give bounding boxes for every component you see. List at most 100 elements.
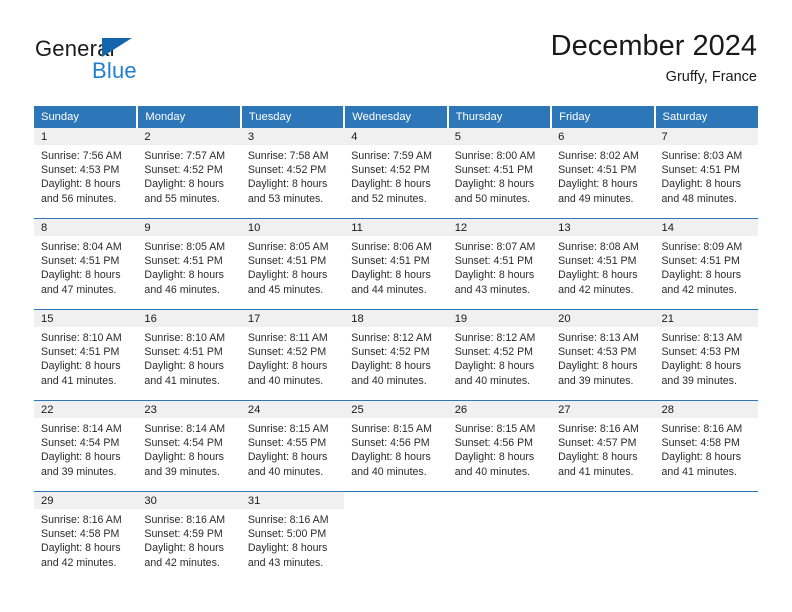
day-number (654, 492, 758, 509)
day-detail-line: and 39 minutes. (41, 465, 117, 478)
day-detail-line: and 40 minutes. (351, 374, 427, 387)
day-cell-4[interactable]: 4 Sunrise: 7:59 AM Sunset: 4:52 PM Daylight… (344, 128, 448, 218)
day-detail-line: Sunrise: 8:09 AM (661, 241, 743, 253)
day-detail-line: Sunset: 4:55 PM (247, 437, 327, 450)
day-detail-line: Sunset: 4:54 PM (144, 437, 223, 450)
day-cell-11[interactable]: 11 Sunrise: 8:06 AM Sunset: 4:51 PM Dayligh… (344, 219, 448, 309)
day-cell-27[interactable]: 27 Sunrise: 8:16 AM Sunset: 4:57 PM Dayligh… (551, 401, 655, 491)
day-cell-6[interactable]: 6 Sunrise: 8:02 AM Sunset: 4:51 PM Daylight… (551, 128, 655, 218)
day-detail-line: Sunrise: 8:02 AM (558, 150, 639, 162)
calendar-day-cell: 26 Sunrise: 8:15 AM Sunset: 4:56 PM Dayligh… (447, 400, 552, 492)
day-detail-line: Daylight: 8 hours (247, 542, 328, 555)
day-details: Sunrise: 8:09 AM Sunset: 4:51 PM Daylight:… (655, 236, 758, 297)
calendar-day-cell: 15 Sunrise: 8:10 AM Sunset: 4:51 PM Dayligh… (34, 309, 138, 401)
day-details: Sunrise: 8:10 AM Sunset: 4:51 PM Daylight:… (34, 327, 137, 388)
general-blue-logo[interactable]: General Blue (35, 36, 235, 90)
day-detail-line: Sunset: 4:52 PM (144, 164, 223, 177)
day-cell-18[interactable]: 18 Sunrise: 8:12 AM Sunset: 4:52 PM Dayligh… (344, 310, 448, 400)
day-details: Sunrise: 7:58 AM Sunset: 4:52 PM Daylight:… (241, 145, 344, 206)
day-detail-line: and 56 minutes. (41, 192, 117, 205)
day-detail-line: Daylight: 8 hours (144, 360, 224, 373)
day-cell-26[interactable]: 26 Sunrise: 8:15 AM Sunset: 4:56 PM Dayligh… (447, 401, 552, 491)
day-detail-line: Daylight: 8 hours (454, 451, 535, 464)
day-cell-15[interactable]: 15 Sunrise: 8:10 AM Sunset: 4:51 PM Dayligh… (34, 310, 138, 400)
day-cell-14[interactable]: 14 Sunrise: 8:09 AM Sunset: 4:51 PM Dayligh… (654, 219, 758, 309)
day-cell-10[interactable]: 10 Sunrise: 8:05 AM Sunset: 4:51 PM Dayligh… (240, 219, 345, 309)
day-detail-line: and 42 minutes. (144, 556, 220, 569)
day-detail-line: and 52 minutes. (351, 192, 427, 205)
day-cell-23[interactable]: 23 Sunrise: 8:14 AM Sunset: 4:54 PM Dayligh… (137, 401, 241, 491)
day-cell-5[interactable]: 5 Sunrise: 8:00 AM Sunset: 4:51 PM Daylight… (447, 128, 552, 218)
calendar-day-cell: 30 Sunrise: 8:16 AM Sunset: 4:59 PM Dayligh… (137, 491, 241, 582)
day-detail-line: Sunset: 4:51 PM (558, 255, 637, 268)
calendar-week-row: 1 Sunrise: 7:56 AM Sunset: 4:53 PM Daylight… (34, 128, 758, 219)
calendar-day-cell: 31 Sunrise: 8:16 AM Sunset: 5:00 PM Dayligh… (240, 491, 345, 582)
day-detail-line: Sunset: 4:51 PM (351, 255, 430, 268)
day-number: 13 (551, 219, 655, 236)
day-cell-9[interactable]: 9 Sunrise: 8:05 AM Sunset: 4:51 PM Daylight… (137, 219, 241, 309)
day-detail-line: Sunrise: 8:15 AM (351, 423, 432, 435)
day-detail-line: Sunset: 4:52 PM (247, 346, 327, 359)
day-cell-7[interactable]: 7 Sunrise: 8:03 AM Sunset: 4:51 PM Daylight… (654, 128, 758, 218)
day-cell-29[interactable]: 29 Sunrise: 8:16 AM Sunset: 4:58 PM Dayligh… (34, 492, 138, 582)
day-detail-line: and 39 minutes. (558, 374, 634, 387)
day-detail-line: Daylight: 8 hours (41, 360, 121, 373)
day-cell-1[interactable]: 1 Sunrise: 7:56 AM Sunset: 4:53 PM Daylight… (34, 128, 138, 218)
day-cell-20[interactable]: 20 Sunrise: 8:13 AM Sunset: 4:53 PM Dayligh… (551, 310, 655, 400)
weekday-header-tuesday: Tuesday (240, 106, 346, 128)
day-cell-3[interactable]: 3 Sunrise: 7:58 AM Sunset: 4:52 PM Daylight… (240, 128, 345, 218)
day-cell-24[interactable]: 24 Sunrise: 8:15 AM Sunset: 4:55 PM Dayligh… (240, 401, 345, 491)
day-detail-line: Sunrise: 8:12 AM (351, 332, 432, 344)
day-detail-line: Daylight: 8 hours (351, 451, 431, 464)
calendar-day-cell: 8 Sunrise: 8:04 AM Sunset: 4:51 PM Daylight… (34, 218, 138, 310)
day-detail-line: Daylight: 8 hours (247, 360, 328, 373)
calendar-day-cell: 20 Sunrise: 8:13 AM Sunset: 4:53 PM Dayligh… (551, 309, 655, 401)
day-detail-line: Sunset: 4:58 PM (41, 528, 120, 541)
day-cell-30[interactable]: 30 Sunrise: 8:16 AM Sunset: 4:59 PM Dayligh… (137, 492, 241, 582)
calendar-day-cell (344, 491, 448, 582)
day-cell-13[interactable]: 13 Sunrise: 8:08 AM Sunset: 4:51 PM Dayligh… (551, 219, 655, 309)
day-detail-line: Daylight: 8 hours (247, 451, 328, 464)
day-detail-line: Daylight: 8 hours (41, 178, 121, 191)
calendar-table: Sunday Monday Tuesday Wednesday Thursday Frid… (34, 106, 758, 582)
day-cell-19[interactable]: 19 Sunrise: 8:12 AM Sunset: 4:52 PM Dayligh… (447, 310, 552, 400)
calendar-day-cell: 2 Sunrise: 7:57 AM Sunset: 4:52 PM Daylight… (137, 128, 241, 219)
day-details: Sunrise: 8:16 AM Sunset: 4:57 PM Daylight:… (551, 418, 654, 479)
day-detail-line: Daylight: 8 hours (558, 269, 638, 282)
day-cell-31[interactable]: 31 Sunrise: 8:16 AM Sunset: 5:00 PM Dayligh… (240, 492, 345, 582)
day-detail-line: and 43 minutes. (247, 556, 324, 569)
day-cell-16[interactable]: 16 Sunrise: 8:10 AM Sunset: 4:51 PM Dayligh… (137, 310, 241, 400)
day-detail-line: Sunset: 5:00 PM (247, 528, 327, 541)
day-cell-17[interactable]: 17 Sunrise: 8:11 AM Sunset: 4:52 PM Dayligh… (240, 310, 345, 400)
day-number: 14 (654, 219, 758, 236)
day-cell-25[interactable]: 25 Sunrise: 8:15 AM Sunset: 4:56 PM Dayligh… (344, 401, 448, 491)
day-detail-line: Daylight: 8 hours (558, 178, 638, 191)
day-detail-line: Sunrise: 8:12 AM (454, 332, 536, 344)
day-detail-line: Sunrise: 8:16 AM (661, 423, 743, 435)
day-cell-8[interactable]: 8 Sunrise: 8:04 AM Sunset: 4:51 PM Daylight… (34, 219, 138, 309)
day-details: Sunrise: 8:14 AM Sunset: 4:54 PM Daylight:… (137, 418, 240, 479)
day-number: 4 (344, 128, 448, 145)
day-number: 24 (240, 401, 345, 418)
day-detail-line: Sunrise: 8:13 AM (558, 332, 639, 344)
day-number: 9 (137, 219, 241, 236)
day-number: 21 (654, 310, 758, 327)
day-cell-12[interactable]: 12 Sunrise: 8:07 AM Sunset: 4:51 PM Dayligh… (447, 219, 552, 309)
day-cell-22[interactable]: 22 Sunrise: 8:14 AM Sunset: 4:54 PM Dayligh… (34, 401, 138, 491)
day-details: Sunrise: 8:04 AM Sunset: 4:51 PM Daylight:… (34, 236, 137, 297)
day-detail-line: Daylight: 8 hours (41, 269, 121, 282)
day-detail-line: Sunset: 4:53 PM (41, 164, 120, 177)
day-detail-line: and 48 minutes. (661, 192, 737, 205)
day-detail-line: Sunrise: 8:07 AM (454, 241, 536, 253)
day-cell-28[interactable]: 28 Sunrise: 8:16 AM Sunset: 4:58 PM Dayligh… (654, 401, 758, 491)
day-detail-line: Daylight: 8 hours (351, 360, 431, 373)
calendar-week-row: 22 Sunrise: 8:14 AM Sunset: 4:54 PM Dayligh… (34, 400, 758, 492)
day-number: 17 (240, 310, 345, 327)
calendar-body: 1 Sunrise: 7:56 AM Sunset: 4:53 PM Daylight… (34, 128, 758, 582)
day-detail-line: Daylight: 8 hours (144, 542, 224, 555)
day-details: Sunrise: 7:57 AM Sunset: 4:52 PM Daylight:… (137, 145, 240, 206)
calendar-day-cell: 24 Sunrise: 8:15 AM Sunset: 4:55 PM Dayligh… (240, 400, 345, 492)
day-cell-2[interactable]: 2 Sunrise: 7:57 AM Sunset: 4:52 PM Daylight… (137, 128, 241, 218)
day-cell-21[interactable]: 21 Sunrise: 8:13 AM Sunset: 4:53 PM Dayligh… (654, 310, 758, 400)
day-number: 31 (240, 492, 345, 509)
